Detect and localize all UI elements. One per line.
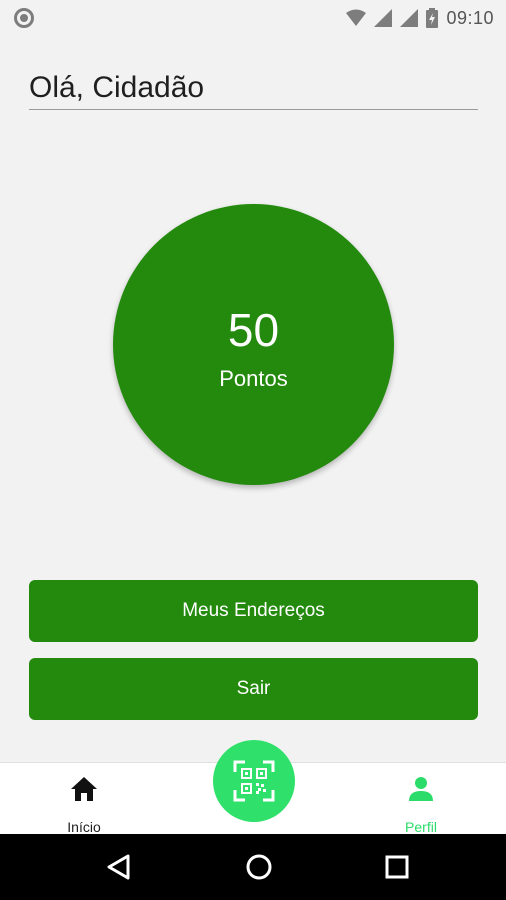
nav-label-home: Início [67,819,101,835]
home-system-button[interactable] [243,851,275,883]
qr-scan-button[interactable] [213,740,295,822]
points-badge: 50 Pontos [113,204,394,485]
my-addresses-button[interactable]: Meus Endereços [29,580,478,642]
recent-apps-button[interactable] [381,851,413,883]
recent-apps-icon [385,855,409,879]
wifi-icon [346,9,367,26]
signal-icon [374,9,393,27]
battery-charging-icon [426,8,439,28]
signal-icon [400,9,419,27]
points-value: 50 [227,304,280,356]
page-title: Olá, Cidadão [29,70,478,110]
home-circle-icon [246,854,272,880]
status-icons: 09:10 [346,6,494,30]
nav-label-profile: Perfil [405,819,437,835]
points-label: Pontos [219,366,288,391]
back-button[interactable] [102,851,134,883]
qr-code-scan-icon [233,760,275,802]
home-icon [71,777,97,801]
system-navigation-bar [0,834,506,900]
nav-item-profile[interactable]: Perfil [366,773,476,835]
clock: 09:10 [446,7,494,28]
status-bar: 09:10 [0,0,506,36]
logout-button[interactable]: Sair [29,658,478,720]
notification-circle-icon [14,8,34,28]
back-triangle-icon [107,854,130,880]
person-icon [409,777,433,801]
nav-item-home[interactable]: Início [29,773,139,835]
